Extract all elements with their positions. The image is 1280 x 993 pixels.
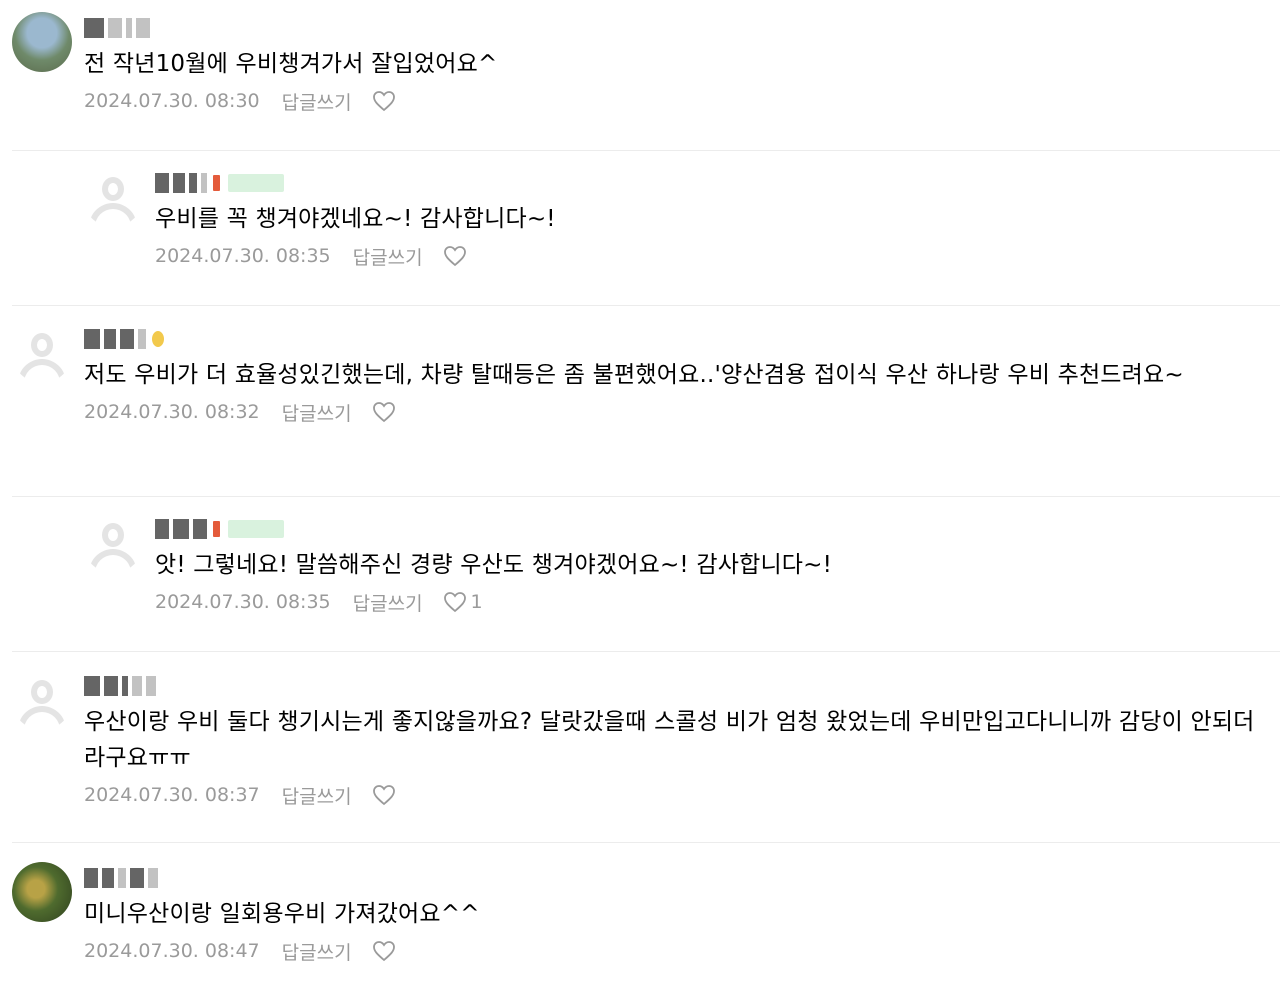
comment-text: 우비를 꼭 챙겨야겠네요~! 감사합니다~! [155, 206, 556, 232]
comment-date: 2024.07.30. 08:32 [84, 401, 260, 423]
reply-button[interactable]: 답글쓰기 [282, 88, 352, 115]
avatar[interactable] [83, 167, 143, 227]
comment-text: 미니우산이랑 일회용우비 가져갔어요^^ [84, 901, 480, 927]
comment-item: 미니우산이랑 일회용우비 가져갔어요^^ 2024.07.30. 08:47 답… [0, 862, 1280, 966]
heart-outline-icon [443, 592, 466, 613]
like-button[interactable] [372, 90, 400, 112]
author-badge [228, 174, 284, 192]
author-nickname[interactable] [155, 515, 1280, 543]
reply-button[interactable]: 답글쓰기 [282, 399, 352, 426]
badge-dot [213, 521, 220, 537]
heart-outline-icon [372, 402, 395, 423]
comment-item: 우산이랑 우비 둘다 챙기시는게 좋지않을까요? 달랏갔을때 스콜성 비가 엄청… [0, 670, 1280, 810]
divider [12, 842, 1280, 843]
comment-item: 앗! 그렇네요! 말씀해주신 경량 우산도 챙겨야겠어요~! 감사합니다~! 2… [0, 513, 1280, 617]
heart-outline-icon [443, 246, 466, 267]
comment-date: 2024.07.30. 08:35 [155, 591, 331, 613]
comment-text: 저도 우비가 더 효율성있긴했는데, 차량 탈때등은 좀 불편했어요..'양산겸… [84, 362, 1184, 388]
comment-date: 2024.07.30. 08:35 [155, 245, 331, 267]
reply-button[interactable]: 답글쓰기 [282, 938, 352, 965]
comment-item: 저도 우비가 더 효율성있긴했는데, 차량 탈때등은 좀 불편했어요..'양산겸… [0, 323, 1280, 427]
avatar[interactable] [12, 670, 72, 730]
author-nickname[interactable] [155, 169, 1280, 197]
avatar[interactable] [12, 323, 72, 383]
like-button[interactable] [372, 784, 400, 806]
avatar[interactable] [12, 12, 72, 72]
author-badge [228, 520, 284, 538]
like-count: 1 [470, 591, 483, 613]
divider [12, 305, 1280, 306]
heart-outline-icon [372, 785, 395, 806]
reply-button[interactable]: 답글쓰기 [353, 243, 423, 270]
avatar[interactable] [83, 513, 143, 573]
reply-button[interactable]: 답글쓰기 [282, 782, 352, 809]
avatar[interactable] [12, 862, 72, 922]
comment-text: 우산이랑 우비 둘다 챙기시는게 좋지않을까요? 달랏갔을때 스콜성 비가 엄청… [84, 709, 1255, 771]
like-button[interactable]: 1 [443, 591, 483, 613]
comment-date: 2024.07.30. 08:30 [84, 90, 260, 112]
like-button[interactable] [443, 245, 471, 267]
comment-date: 2024.07.30. 08:37 [84, 784, 260, 806]
reply-button[interactable]: 답글쓰기 [353, 589, 423, 616]
comment-item: 우비를 꼭 챙겨야겠네요~! 감사합니다~! 2024.07.30. 08:35… [0, 167, 1280, 271]
author-nickname[interactable] [84, 325, 1280, 353]
heart-outline-icon [372, 941, 395, 962]
comment-text: 전 작년10월에 우비챙겨가서 잘입었어요^ [84, 51, 498, 77]
comment-list: 전 작년10월에 우비챙겨가서 잘입었어요^ 2024.07.30. 08:30… [0, 0, 1280, 993]
comment-date: 2024.07.30. 08:47 [84, 940, 260, 962]
author-nickname[interactable] [84, 864, 1280, 892]
comment-text: 앗! 그렇네요! 말씀해주신 경량 우산도 챙겨야겠어요~! 감사합니다~! [155, 552, 833, 578]
like-button[interactable] [372, 940, 400, 962]
like-button[interactable] [372, 401, 400, 423]
divider [12, 150, 1280, 151]
divider [12, 651, 1280, 652]
badge-dot [152, 331, 164, 347]
author-nickname[interactable] [84, 14, 1280, 42]
divider [12, 496, 1280, 497]
heart-outline-icon [372, 91, 395, 112]
comment-item: 전 작년10월에 우비챙겨가서 잘입었어요^ 2024.07.30. 08:30… [0, 12, 1280, 116]
author-nickname[interactable] [84, 672, 1280, 700]
badge-dot [213, 175, 220, 191]
